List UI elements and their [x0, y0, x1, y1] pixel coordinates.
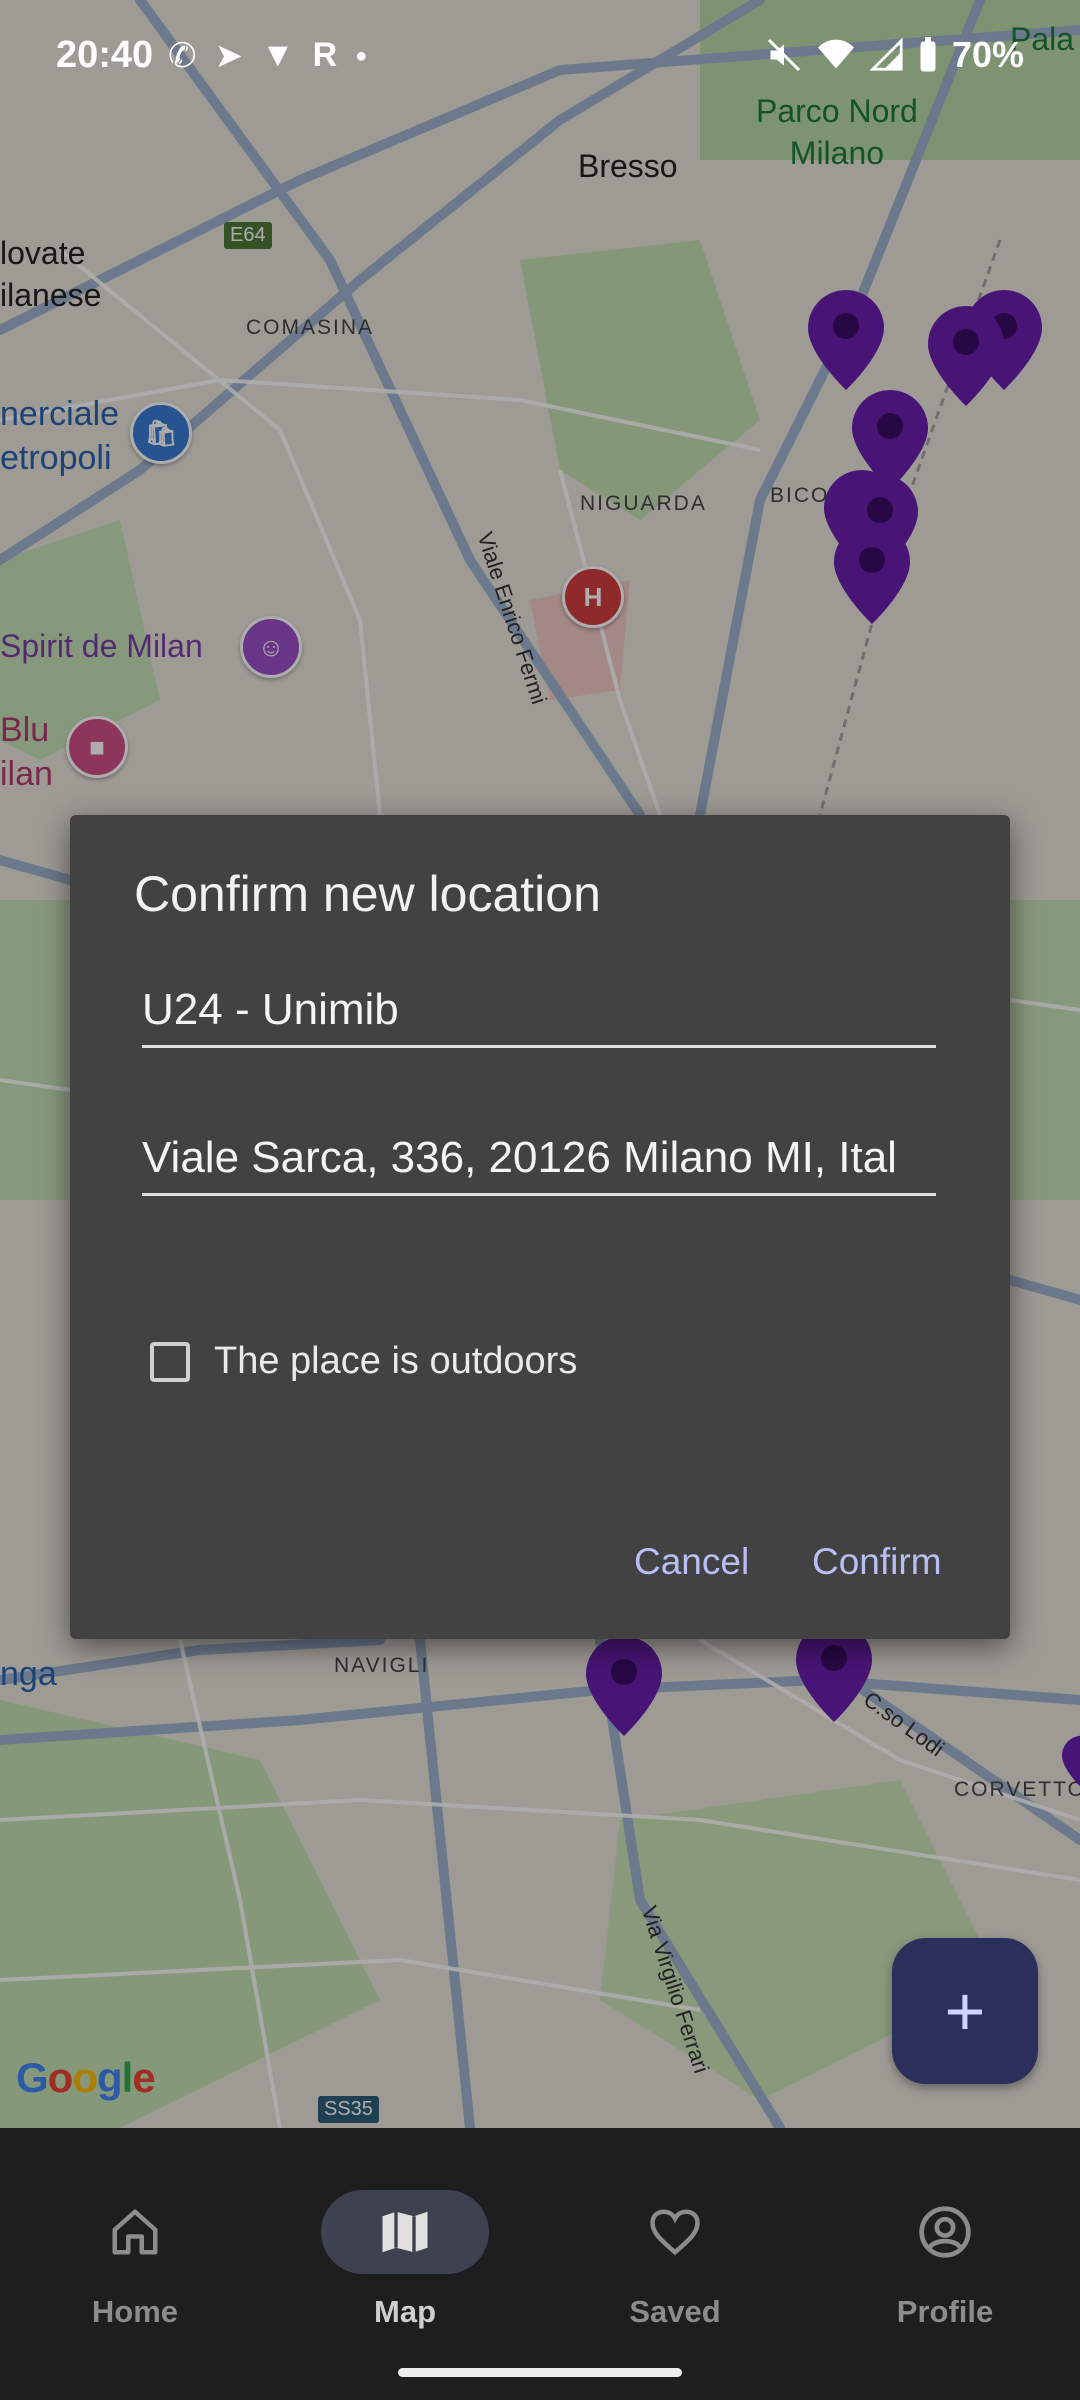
- wifi-icon: [817, 39, 854, 69]
- outdoors-checkbox[interactable]: [150, 1341, 190, 1382]
- telegram-icon: ➤: [214, 37, 244, 75]
- nav-item-profile[interactable]: Profile: [810, 2158, 1080, 2329]
- location-address-field[interactable]: [142, 1123, 936, 1196]
- home-icon: [112, 2209, 158, 2255]
- location-name-input[interactable]: [142, 975, 936, 1045]
- notification-icons: ✆ ➤ ▼ R ●: [168, 36, 367, 76]
- nav-label-map: Map: [374, 2294, 436, 2329]
- profile-icon: [919, 2206, 971, 2258]
- cancel-button[interactable]: Cancel: [634, 1541, 749, 1583]
- nav-home-indicator: [51, 2190, 219, 2274]
- signal-icon: [869, 38, 903, 71]
- outdoors-checkbox-label[interactable]: The place is outdoors: [214, 1340, 577, 1383]
- r-icon: R: [312, 36, 338, 74]
- nav-map-indicator: [321, 2190, 489, 2274]
- status-bar: 20:40 ✆ ➤ ▼ R ● 70%: [0, 0, 1080, 120]
- location-name-field[interactable]: [142, 975, 936, 1048]
- nav-item-saved[interactable]: Saved: [540, 2158, 810, 2329]
- nav-saved-indicator: [591, 2190, 759, 2274]
- map-icon: [382, 2211, 428, 2253]
- dialog-title: Confirm new location: [134, 866, 601, 922]
- battery-icon: [920, 37, 936, 72]
- plus-icon: +: [944, 1972, 986, 2050]
- bottom-navigation: Home Map Saved Profile: [0, 2128, 1080, 2400]
- status-time: 20:40: [56, 34, 154, 76]
- confirm-location-dialog: Confirm new location The place is outdoo…: [70, 815, 1010, 1639]
- location-address-input[interactable]: [142, 1123, 936, 1193]
- nav-label-saved: Saved: [629, 2294, 721, 2329]
- nav-label-home: Home: [91, 2294, 179, 2329]
- vpn-icon: ▼: [261, 36, 295, 74]
- nav-item-home[interactable]: Home: [0, 2158, 270, 2329]
- system-icons: 70%: [766, 34, 1024, 76]
- outdoors-checkbox-row[interactable]: The place is outdoors: [150, 1340, 577, 1383]
- nav-label-profile: Profile: [896, 2294, 994, 2329]
- dot-icon: ●: [355, 45, 368, 67]
- nav-profile-indicator: [861, 2190, 1029, 2274]
- mute-icon: [767, 38, 800, 72]
- heart-icon: [650, 2209, 700, 2256]
- add-location-button[interactable]: +: [892, 1938, 1038, 2084]
- whatsapp-icon: ✆: [168, 37, 197, 75]
- confirm-button[interactable]: Confirm: [812, 1541, 942, 1583]
- battery-percent: 70%: [951, 34, 1024, 75]
- gesture-home-bar[interactable]: [398, 2368, 682, 2377]
- nav-item-map[interactable]: Map: [270, 2158, 540, 2329]
